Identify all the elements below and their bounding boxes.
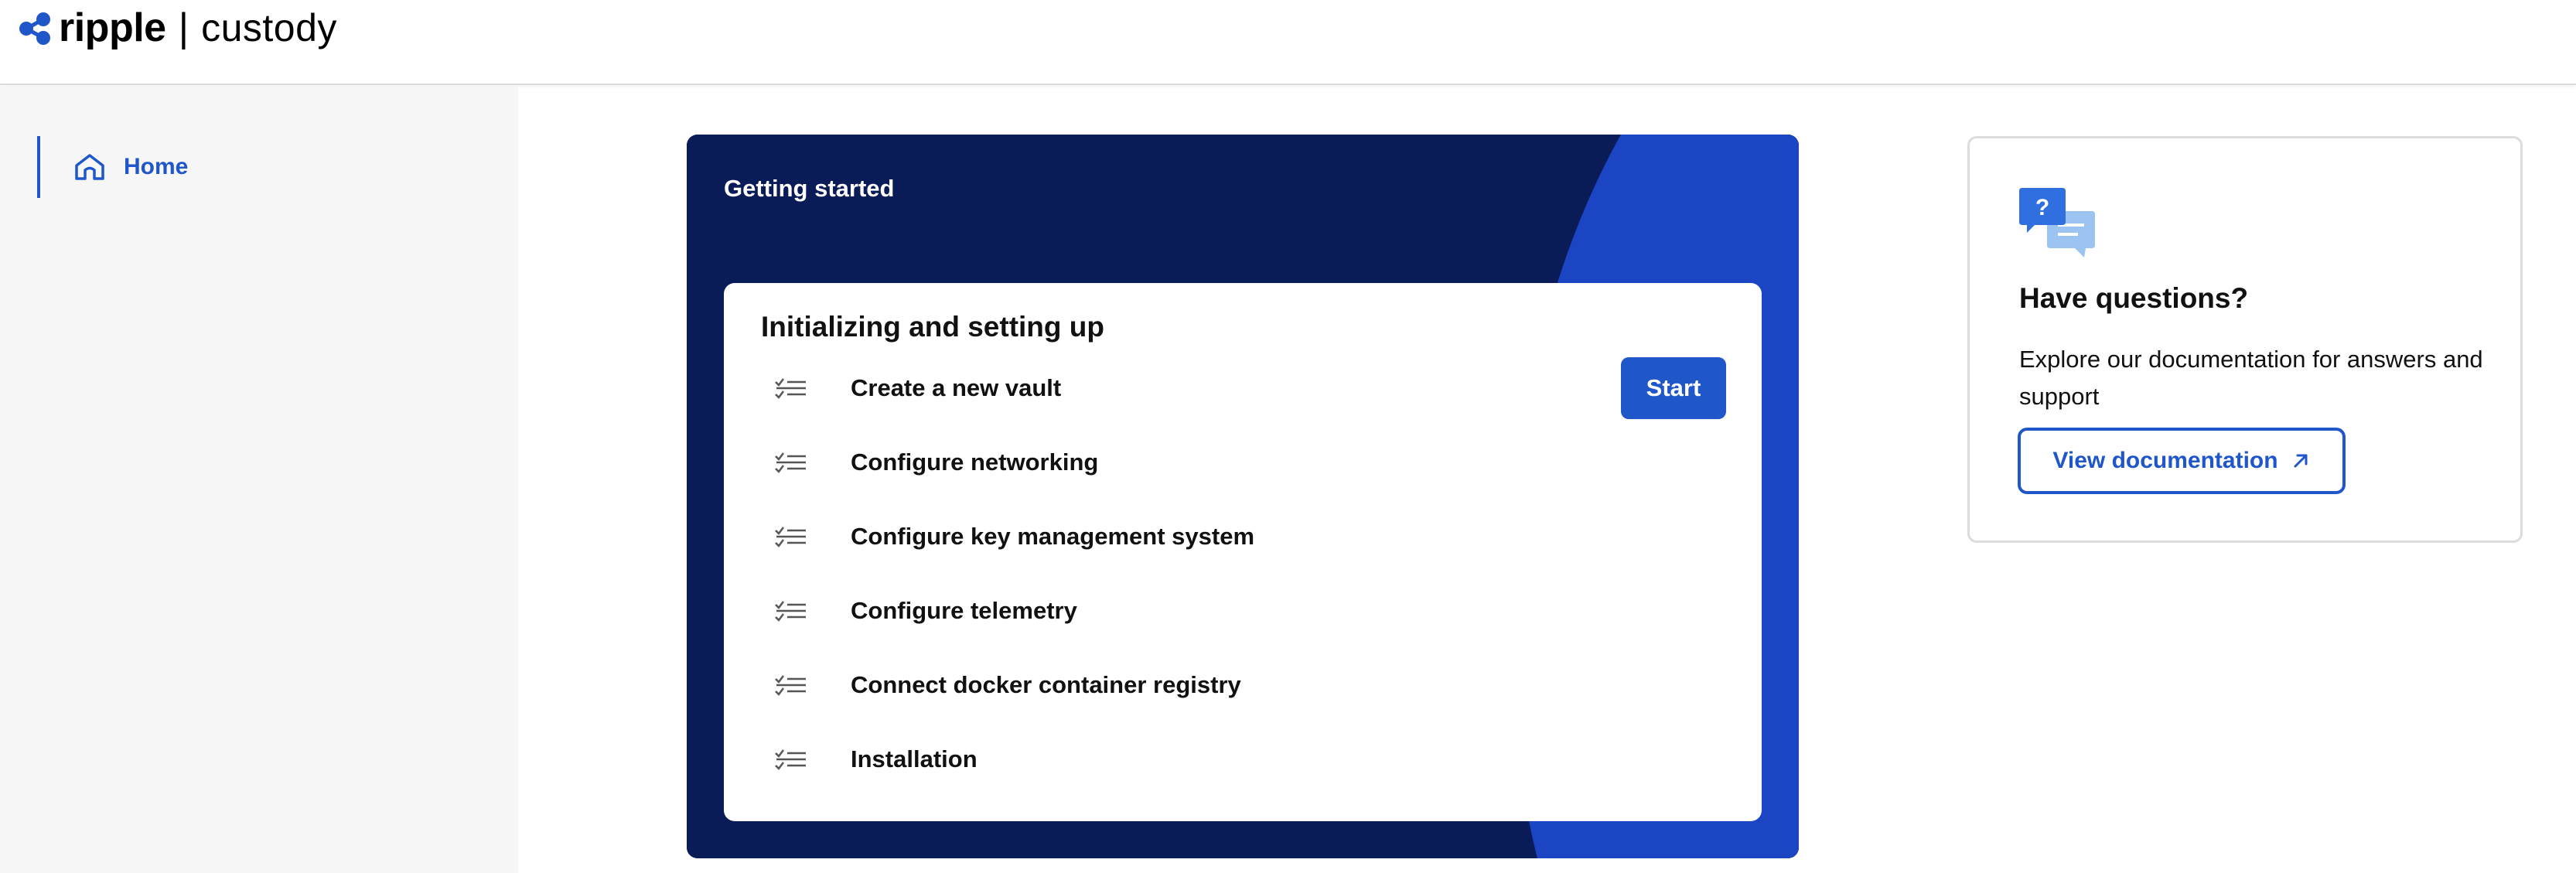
task-item-telemetry: Configure telemetry (773, 586, 1740, 636)
chat-question-icon: ? (2019, 188, 2095, 257)
have-questions-card: ? Have questions? Explore our documentat… (1967, 136, 2523, 543)
external-link-icon (2294, 454, 2308, 468)
checklist-icon (775, 749, 806, 770)
task-label: Configure telemetry (851, 597, 1077, 624)
task-item-installation: Installation (773, 735, 1740, 784)
brand-name: ripple (59, 5, 166, 50)
task-label: Installation (851, 745, 978, 772)
checklist-icon (775, 527, 806, 547)
view-documentation-label: View documentation (2052, 448, 2278, 473)
start-button[interactable]: Start (1621, 357, 1726, 419)
svg-text:?: ? (2035, 195, 2049, 220)
task-label: Configure key management system (851, 523, 1255, 550)
task-label: Connect docker container registry (851, 671, 1241, 698)
top-header: ripple | custody (0, 0, 2576, 85)
getting-started-card: Getting started Initializing and setting… (687, 135, 1799, 858)
task-label: Configure networking (851, 448, 1099, 476)
product-name: custody (201, 6, 337, 49)
task-item-networking: Configure networking (773, 438, 1740, 487)
sidebar-item-home[interactable]: Home (37, 136, 346, 198)
task-item-docker-registry: Connect docker container registry (773, 660, 1740, 710)
questions-title: Have questions? (2019, 282, 2249, 314)
ripple-custody-logo[interactable]: ripple | custody (17, 5, 337, 51)
checklist-icon (775, 378, 806, 399)
checklist-icon (775, 675, 806, 696)
ripple-logo-icon (19, 12, 50, 45)
getting-started-title: Getting started (724, 175, 895, 202)
view-documentation-button[interactable]: View documentation (2018, 428, 2346, 494)
sidebar-item-label: Home (124, 154, 189, 179)
home-icon (75, 154, 104, 180)
questions-description: Explore our documentation for answers an… (2019, 346, 2483, 410)
task-item-key-management: Configure key management system (773, 512, 1740, 561)
sidebar: Home (0, 87, 518, 873)
checklist-icon (775, 601, 806, 622)
setup-panel-title: Initializing and setting up (761, 311, 1104, 343)
setup-panel: Initializing and setting up Create a new… (724, 283, 1762, 821)
checklist-icon (775, 452, 806, 473)
task-item-create-vault: Create a new vault (773, 363, 1740, 413)
task-label: Create a new vault (851, 374, 1062, 401)
brand-separator: | (178, 5, 189, 50)
